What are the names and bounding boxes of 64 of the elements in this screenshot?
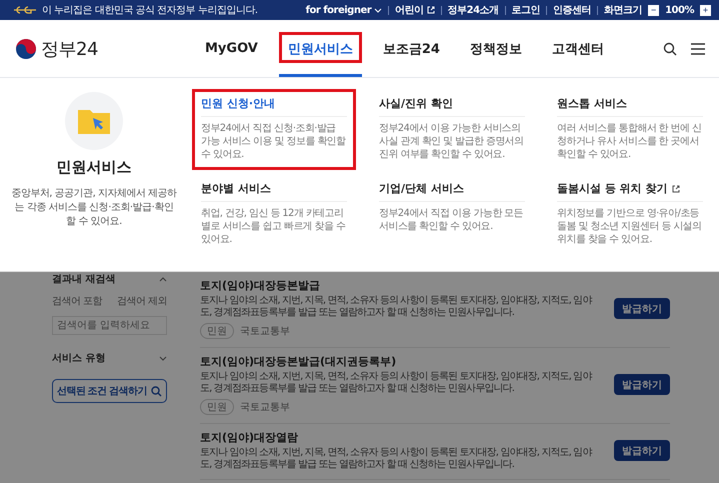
nav-tab[interactable]: 고객센터 — [542, 20, 613, 77]
nav-tab[interactable]: MyGOV — [196, 20, 267, 77]
result-title[interactable]: 토지(임야)대장등본발급(대지권등록부) — [200, 354, 600, 369]
menu-item-title: 원스톱 서비스 — [557, 96, 703, 117]
nav-tab[interactable]: 보조금24 — [374, 20, 449, 77]
menu-item[interactable]: 민원 신청·안내 정부24에서 직접 신청·조회·발급 가능 서비스 이용 및 정보를 확인할 수 있어요. — [195, 92, 353, 167]
menu-item-title: 돌봄시설 등 위치 찾기 — [557, 181, 703, 202]
menu-item-description: 정부24에서 직접 이용 가능한 모든 서비스를 확인할 수 있어요. — [379, 207, 524, 233]
search-conditions-button[interactable]: 선택된 조건 검색하기 — [52, 379, 167, 403]
chevron-down-icon[interactable] — [159, 356, 167, 360]
external-link-icon — [426, 6, 435, 14]
issue-button[interactable]: 발급하기 — [614, 440, 670, 461]
nav-tab[interactable]: 민원서비스 — [278, 20, 362, 77]
menu-item-title: 기업/단체 서비스 — [379, 181, 525, 202]
top-link[interactable]: 정부24소개 — [448, 3, 499, 17]
menu-item-description: 여러 서비스를 통합해서 한 번에 신청하거나 유사 서비스를 한 곳에서 확인할 수 있어요. — [557, 122, 702, 161]
menu-item-description: 정부24에서 이용 가능한 서비스의 사실 관계 확인 및 발급한 증명서의 진위 여부를 확인할 수 있어요. — [379, 122, 524, 161]
menu-item-description: 취업, 건강, 임신 등 12개 카테고리별로 서비스를 쉽고 빠르게 찾을 수 있어요. — [201, 207, 346, 246]
logo-text: 정부24 — [41, 38, 98, 60]
top-link[interactable]: 인증센터 — [553, 3, 592, 17]
logo-icon — [16, 38, 36, 58]
type-tag: 민원 — [200, 323, 234, 339]
result-description: 토지나 임야의 소재, 지번, 지목, 면적, 소유자 등의 사항이 등록된 토지대장, 임야대장, 지적도, 임야도, 경계점좌표등록부를 발급 또는 열람하고자 할 때 신청하는 민원사무입니다. — [200, 447, 593, 471]
top-link[interactable]: 로그인 — [512, 3, 540, 17]
zoom-label: 화면크기 — [604, 4, 642, 17]
chevron-down-icon — [374, 8, 382, 12]
menu-item-title: 민원 신청·안내 — [201, 96, 347, 117]
top-link[interactable]: 어린이 — [395, 3, 435, 17]
menu-title: 민원서비스 — [56, 158, 132, 177]
result-description: 토지나 임야의 소재, 지번, 지목, 면적, 소유자 등의 사항이 등록된 토지대장, 임야대장, 지적도, 임야도, 경계점좌표등록부를 발급 또는 열람하고자 할 때 신청하는 민원사무입니다. — [200, 295, 593, 319]
result-description: 토지나 임야의 소재, 지번, 지목, 면적, 소유자 등의 사항이 등록된 토지대장, 임야대장, 지적도, 임야도, 경계점좌표등록부를 발급 또는 열람하고자 할 때 신청하는 민원사무입니다. — [200, 371, 593, 395]
result-title[interactable]: 토지(임야)대장등본발급 — [200, 278, 600, 293]
zoom-in-button[interactable]: + — [700, 4, 711, 16]
zoom-value: 100% — [665, 4, 694, 16]
filter-heading: 서비스 유형 — [52, 352, 106, 365]
top-link[interactable]: for foreigner — [306, 4, 382, 16]
issue-button[interactable]: 발급하기 — [614, 374, 670, 395]
menu-item-description: 정부24에서 직접 신청·조회·발급 가능 서비스 이용 및 정보를 확인할 수 있어요. — [201, 122, 347, 161]
folder-icon — [77, 107, 111, 135]
type-tag: 민원 — [200, 399, 234, 415]
menu-item-title: 분야별 서비스 — [201, 181, 347, 202]
search-icon — [151, 386, 162, 396]
menu-item-description: 위치정보를 기반으로 영·유아/초등 돌봄 및 청소년 지원센터 등 시설의 위치를 찾을 수 있어요. — [557, 207, 702, 246]
issue-button[interactable]: 발급하기 — [614, 298, 670, 319]
result-title[interactable]: 토지(임야)대장열람 — [200, 430, 600, 445]
menu-item[interactable]: 돌봄시설 등 위치 찾기 위치정보를 기반으로 영·유아/초등 돌봄 및 청소년 지원센터 등 시설의 위치를 찾을 수 있어요. — [551, 177, 709, 252]
external-link-icon — [672, 184, 680, 192]
search-icon[interactable] — [663, 42, 677, 56]
agency-name: 국토교통부 — [240, 325, 290, 338]
menu-item[interactable]: 사실/진위 확인 정부24에서 이용 가능한 서비스의 사실 관계 확인 및 발급한 증명서의 진위 여부를 확인할 수 있어요. — [373, 92, 531, 167]
menu-item[interactable]: 기업/단체 서비스 정부24에서 직접 이용 가능한 모든 서비스를 확인할 수 있어요. — [373, 177, 531, 252]
menu-description: 중앙부처, 공공기관, 지자체에서 제공하는 각종 서비스를 신청·조회·발급·확인할 수 있어요. — [10, 187, 178, 229]
nav-tab[interactable]: 정책정보 — [460, 20, 531, 77]
emblem-icon — [14, 6, 36, 14]
menu-item[interactable]: 원스톱 서비스 여러 서비스를 통합해서 한 번에 신청하거나 유사 서비스를 한 곳에서 확인할 수 있어요. — [551, 92, 709, 167]
zoom-out-button[interactable]: − — [648, 4, 660, 16]
agency-name: 국토교통부 — [240, 401, 290, 414]
filter-heading: 결과내 재검색 — [52, 273, 116, 286]
official-notice: 이 누리집은 대한민국 공식 전자정부 누리집입니다. — [14, 3, 258, 17]
menu-icon[interactable] — [691, 42, 705, 54]
chevron-up-icon[interactable] — [159, 276, 167, 282]
search-field[interactable]: 검색어를 입력하세요 — [52, 316, 167, 335]
menu-item-title: 사실/진위 확인 — [379, 96, 525, 117]
menu-item[interactable]: 분야별 서비스 취업, 건강, 임신 등 12개 카테고리별로 서비스를 쉽고 빠르게 찾을 수 있어요. — [195, 177, 353, 252]
